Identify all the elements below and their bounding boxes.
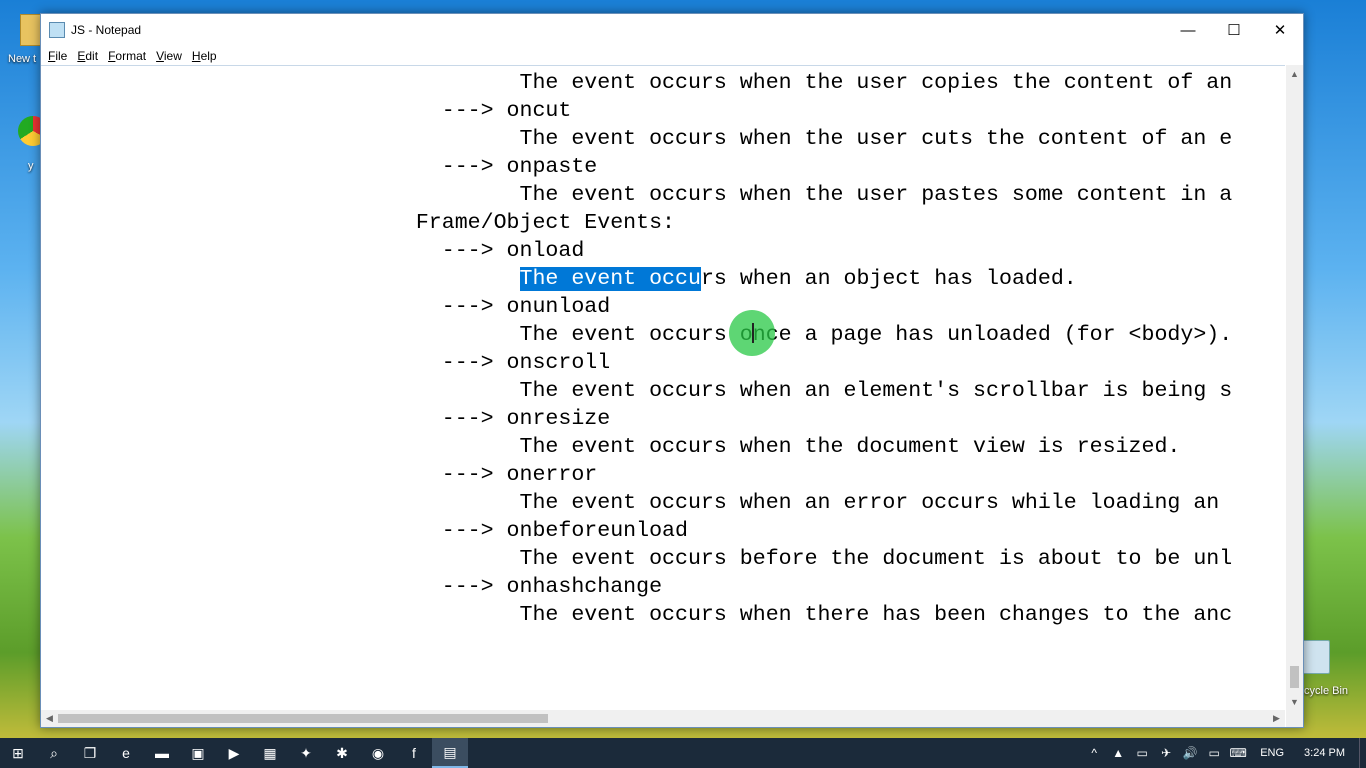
fox-app-button[interactable]: ✦ <box>288 738 324 768</box>
facebook-button[interactable]: f <box>396 738 432 768</box>
menu-edit[interactable]: Edit <box>72 49 103 63</box>
vlc-tray-icon[interactable]: ▲ <box>1106 746 1130 760</box>
scrollbar-corner <box>1286 710 1303 727</box>
text-line[interactable]: Frame/Object Events: <box>53 209 1232 237</box>
edge-button[interactable]: e <box>108 738 144 768</box>
start-button[interactable]: ⊞ <box>0 738 36 768</box>
store-button[interactable]: ▣ <box>180 738 216 768</box>
text-line[interactable]: The event occurs before the document is … <box>53 545 1233 573</box>
maximize-button[interactable]: ☐ <box>1211 14 1257 46</box>
text-line[interactable]: The event occurs when an object has load… <box>53 265 1232 293</box>
paint-app-button[interactable]: ✱ <box>324 738 360 768</box>
notepad-icon <box>49 22 65 38</box>
selected-text[interactable]: The event occu <box>519 267 701 291</box>
text-line[interactable]: ---> onpaste <box>53 153 1232 181</box>
language-indicator[interactable]: ENG <box>1250 747 1294 759</box>
menu-format[interactable]: Format <box>103 49 151 63</box>
desktop-icon-label: cycle Bin <box>1304 685 1349 697</box>
show-desktop-button[interactable] <box>1359 738 1366 768</box>
menu-label: dit <box>85 48 99 63</box>
text-line[interactable]: ---> onbeforeunload <box>53 517 1232 545</box>
taskbar: ⊞ ⌕ ❐ e ▬ ▣ ▶ ▦ ✦ ✱ ◉ f ▤ ^ ▲ ▭ ✈ 🔊 ▭ ⌨ ENG 3:24 PM <box>0 738 1366 768</box>
text-line[interactable]: ---> onresize <box>53 405 1232 433</box>
tray-overflow-icon[interactable]: ^ <box>1082 746 1106 760</box>
close-button[interactable]: ✕ <box>1257 14 1303 46</box>
vertical-scrollbar[interactable]: ▲ ▼ <box>1286 65 1303 710</box>
scroll-right-icon[interactable]: ▶ <box>1268 710 1285 727</box>
recycle-bin-icon[interactable] <box>1300 640 1330 674</box>
vertical-scroll-thumb[interactable] <box>1290 666 1299 688</box>
menu-label: elp <box>200 48 217 63</box>
window-title: JS - Notepad <box>71 23 142 37</box>
chrome-button[interactable]: ◉ <box>360 738 396 768</box>
search-button[interactable]: ⌕ <box>36 738 72 768</box>
menu-label: iew <box>163 48 182 63</box>
file-explorer-button[interactable]: ▬ <box>144 738 180 768</box>
minimize-button[interactable]: — <box>1165 14 1211 46</box>
text-line[interactable]: The event occurs when the user cuts the … <box>53 125 1233 153</box>
scroll-up-icon[interactable]: ▲ <box>1286 65 1303 82</box>
menu-bar: File Edit Format View Help <box>41 46 1303 65</box>
menu-help[interactable]: Help <box>187 49 222 63</box>
notepad-button[interactable]: ▤ <box>432 738 468 768</box>
text-line[interactable]: The event occurs when the user pastes so… <box>53 181 1233 209</box>
editor-content[interactable]: The event occurs when the user copies th… <box>53 69 1232 629</box>
menu-accel: H <box>191 48 201 63</box>
notepad-window: JS - Notepad — ☐ ✕ File Edit Format View… <box>40 13 1304 728</box>
desktop-icon-label: New t <box>8 53 37 65</box>
text-line[interactable]: The event occurs when an error occurs wh… <box>53 489 1232 517</box>
text-line[interactable]: The event occurs when the user copies th… <box>53 69 1233 97</box>
text-line[interactable]: ---> onhashchange <box>53 573 1232 601</box>
text-line[interactable]: The event occurs when there has been cha… <box>53 601 1233 629</box>
title-bar[interactable]: JS - Notepad — ☐ ✕ <box>41 14 1303 46</box>
network-icon[interactable]: ✈ <box>1154 746 1178 760</box>
text-line[interactable]: ---> onload <box>53 237 1232 265</box>
text-line[interactable]: ---> onscroll <box>53 349 1232 377</box>
scroll-down-icon[interactable]: ▼ <box>1286 693 1303 710</box>
system-tray: ^ ▲ ▭ ✈ 🔊 ▭ ⌨ ENG 3:24 PM <box>1082 738 1366 768</box>
text-line[interactable]: ---> onerror <box>53 461 1232 489</box>
film-button[interactable]: ▦ <box>252 738 288 768</box>
text-line[interactable]: The event occurs when the document view … <box>53 433 1232 461</box>
line-text-suffix: rs when an object has loaded. <box>700 267 1077 291</box>
menu-label: ile <box>55 48 68 63</box>
text-line[interactable]: ---> onunload <box>53 293 1232 321</box>
text-line[interactable]: The event occurs once a page has unloade… <box>53 321 1233 349</box>
volume-icon[interactable]: 🔊 <box>1178 746 1202 760</box>
action-center-icon[interactable]: ▭ <box>1202 746 1226 760</box>
desktop-icon-label: y <box>28 160 34 172</box>
task-view-button[interactable]: ❐ <box>72 738 108 768</box>
clock[interactable]: 3:24 PM <box>1294 747 1359 759</box>
menu-view[interactable]: View <box>151 49 187 63</box>
text-line[interactable]: The event occurs when an element's scrol… <box>53 377 1233 405</box>
horizontal-scroll-thumb[interactable] <box>58 714 548 723</box>
line-text-prefix <box>53 267 520 291</box>
text-line[interactable]: ---> oncut <box>53 97 1232 125</box>
menu-file[interactable]: File <box>43 49 72 63</box>
keyboard-icon[interactable]: ⌨ <box>1226 746 1250 760</box>
menu-accel: V <box>156 48 164 63</box>
media-button[interactable]: ▶ <box>216 738 252 768</box>
text-editor[interactable]: The event occurs when the user copies th… <box>41 65 1285 711</box>
battery-icon[interactable]: ▭ <box>1130 746 1154 760</box>
ibeam-cursor-icon <box>752 323 754 343</box>
menu-label: ormat <box>115 48 147 63</box>
horizontal-scrollbar[interactable]: ◀ ▶ <box>41 710 1285 727</box>
scroll-left-icon[interactable]: ◀ <box>41 710 58 727</box>
desktop-left-strip: New t y <box>0 0 48 738</box>
